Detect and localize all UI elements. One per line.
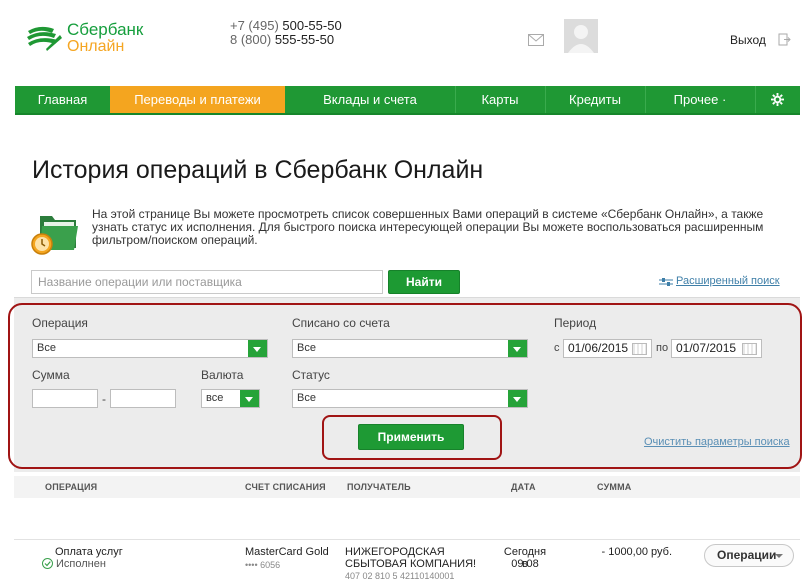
find-button[interactable]: Найти <box>388 270 460 294</box>
nav-item-transfers[interactable]: Переводы и платежи <box>110 86 285 113</box>
column-header-operation[interactable]: ОПЕРАЦИЯ <box>45 482 97 492</box>
operation-status: Исполнен <box>56 558 106 570</box>
column-header-date[interactable]: ДАТА <box>511 482 536 492</box>
nav-item-cards[interactable]: Карты <box>455 86 545 113</box>
check-circle-icon <box>42 558 53 569</box>
phone-number-1: +7 (495) 500-55-50 <box>230 18 342 33</box>
sberbank-logo-icon[interactable] <box>24 25 64 51</box>
column-header-sum[interactable]: СУММА <box>597 482 631 492</box>
account-name: MasterCard Gold <box>245 546 329 558</box>
recipient-name-line2: СБЫТОВАЯ КОМПАНИЯ! <box>345 558 477 570</box>
phone-number-2: 8 (800) 555-55-50 <box>230 32 334 47</box>
operation-time: 09:08 <box>511 558 539 570</box>
mail-icon[interactable] <box>528 34 544 46</box>
nav-item-other[interactable]: Прочее · <box>645 86 755 113</box>
logo-text-online: Онлайн <box>67 38 125 55</box>
column-header-recipient[interactable]: ПОЛУЧАТЕЛЬ <box>347 482 411 492</box>
phone-2-number: 555-55-50 <box>274 32 335 47</box>
page-title: История операций в Сбербанк Онлайн <box>32 156 484 184</box>
nav-item-credits[interactable]: Кредиты <box>545 86 645 113</box>
recipient-name-line1: НИЖЕГОРОДСКАЯ <box>345 546 445 558</box>
nav-item-deposits[interactable]: Вклады и счета <box>285 86 455 113</box>
page-description: На этой странице Вы можете просмотреть с… <box>92 207 764 247</box>
row-divider <box>14 539 800 540</box>
user-avatar-icon[interactable] <box>564 19 598 53</box>
main-navigation: Главная Переводы и платежи Вклады и счет… <box>15 86 800 115</box>
filter-icon[interactable] <box>659 276 673 286</box>
column-header-account[interactable]: СЧЕТ СПИСАНИЯ <box>245 482 326 492</box>
gear-icon <box>771 93 784 106</box>
phone-1-code: +7 (495) <box>230 18 283 33</box>
operation-sum: - 1000,00 руб. <box>601 546 672 558</box>
operations-menu-label: Операции <box>717 548 777 562</box>
operations-menu-button[interactable]: Операции <box>704 544 794 567</box>
phone-2-code: 8 (800) <box>230 32 275 47</box>
recipient-account-number: 407 02 810 5 42110140001 <box>345 571 455 581</box>
account-number: •••• 6056 <box>245 560 281 570</box>
search-input[interactable] <box>31 270 383 294</box>
logout-icon[interactable] <box>778 33 791 46</box>
logout-link[interactable]: Выход <box>730 33 766 47</box>
logo-text-sberbank: Сбербанк <box>67 20 144 39</box>
phone-1-number: 500-55-50 <box>282 18 342 33</box>
operation-name[interactable]: Оплата услуг <box>55 546 123 558</box>
chevron-down-icon <box>775 554 783 558</box>
settings-button[interactable] <box>755 86 800 113</box>
history-folder-icon <box>30 210 80 256</box>
nav-item-home[interactable]: Главная <box>15 86 110 113</box>
highlight-apply-button <box>322 415 502 460</box>
advanced-search-link[interactable]: Расширенный поиск <box>676 275 780 287</box>
